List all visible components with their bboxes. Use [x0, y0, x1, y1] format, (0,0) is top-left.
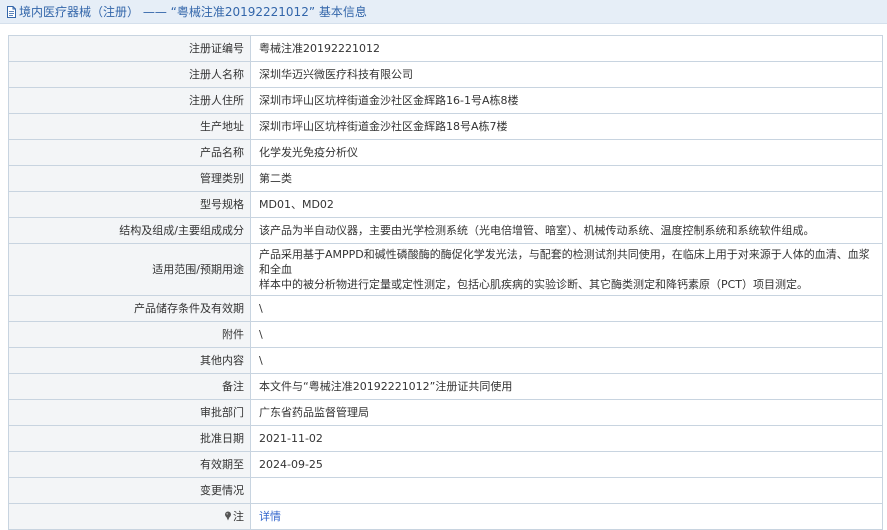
field-label: 备注 — [8, 373, 251, 400]
field-value: 本文件与“粤械注准20192221012”注册证共同使用 — [250, 373, 883, 400]
table-row: 管理类别 第二类 — [8, 165, 883, 192]
field-value: \ — [250, 295, 883, 322]
field-value: \ — [250, 321, 883, 348]
field-value: 深圳市坪山区坑梓街道金沙社区金辉路18号A栋7楼 — [250, 113, 883, 140]
field-value: 2024-09-25 — [250, 451, 883, 478]
field-value: 产品采用基于AMPPD和碱性磷酸酶的酶促化学发光法，与配套的检测试剂共同使用，在… — [250, 243, 883, 296]
page-header: 境内医疗器械（注册） —— “粤械注准20192221012” 基本信息 — [0, 0, 887, 24]
table-row: 适用范围/预期用途 产品采用基于AMPPD和碱性磷酸酶的酶促化学发光法，与配套的… — [8, 243, 883, 296]
field-label: 结构及组成/主要组成成分 — [8, 217, 251, 244]
document-icon — [6, 5, 17, 18]
pin-icon — [224, 510, 232, 525]
table-row: 产品名称 化学发光免疫分析仪 — [8, 139, 883, 166]
info-table: 注册证编号 粤械注准20192221012 注册人名称 深圳华迈兴微医疗科技有限… — [8, 35, 883, 530]
field-label: 变更情况 — [8, 477, 251, 504]
field-value: 广东省药品监督管理局 — [250, 399, 883, 426]
table-row: 变更情况 — [8, 477, 883, 504]
scope-line-2: 样本中的被分析物进行定量或定性测定，包括心肌疾病的实验诊断、其它酶类测定和降钙素… — [259, 278, 809, 291]
field-value — [250, 477, 883, 504]
table-row: 产品储存条件及有效期 \ — [8, 295, 883, 322]
scope-line-1: 产品采用基于AMPPD和碱性磷酸酶的酶促化学发光法，与配套的检测试剂共同使用，在… — [259, 248, 870, 276]
field-value: 详情 — [250, 503, 883, 530]
field-value: 深圳华迈兴微医疗科技有限公司 — [250, 61, 883, 88]
table-row: 型号规格 MD01、MD02 — [8, 191, 883, 218]
field-label: 型号规格 — [8, 191, 251, 218]
field-label: 适用范围/预期用途 — [8, 243, 251, 296]
field-label: 审批部门 — [8, 399, 251, 426]
field-label: 有效期至 — [8, 451, 251, 478]
field-value: 第二类 — [250, 165, 883, 192]
field-label: 注册人名称 — [8, 61, 251, 88]
table-row: 注 详情 — [8, 503, 883, 530]
note-label-cell: 注 — [8, 503, 251, 530]
table-row: 批准日期 2021-11-02 — [8, 425, 883, 452]
field-label: 注册证编号 — [8, 35, 251, 62]
field-label: 附件 — [8, 321, 251, 348]
field-label: 生产地址 — [8, 113, 251, 140]
page-title: 境内医疗器械（注册） —— “粤械注准20192221012” 基本信息 — [19, 5, 367, 19]
table-row: 备注 本文件与“粤械注准20192221012”注册证共同使用 — [8, 373, 883, 400]
field-value: 深圳市坪山区坑梓街道金沙社区金辉路16-1号A栋8楼 — [250, 87, 883, 114]
table-row: 审批部门 广东省药品监督管理局 — [8, 399, 883, 426]
field-label: 产品储存条件及有效期 — [8, 295, 251, 322]
table-row: 附件 \ — [8, 321, 883, 348]
field-value: 化学发光免疫分析仪 — [250, 139, 883, 166]
table-row: 注册证编号 粤械注准20192221012 — [8, 35, 883, 62]
field-value: MD01、MD02 — [250, 191, 883, 218]
table-row: 结构及组成/主要组成成分 该产品为半自动仪器，主要由光学检测系统（光电倍增管、暗… — [8, 217, 883, 244]
table-row: 生产地址 深圳市坪山区坑梓街道金沙社区金辉路18号A栋7楼 — [8, 113, 883, 140]
field-value: 粤械注准20192221012 — [250, 35, 883, 62]
table-row: 注册人住所 深圳市坪山区坑梓街道金沙社区金辉路16-1号A栋8楼 — [8, 87, 883, 114]
field-value: \ — [250, 347, 883, 374]
field-label: 产品名称 — [8, 139, 251, 166]
details-link[interactable]: 详情 — [259, 510, 281, 523]
field-value: 2021-11-02 — [250, 425, 883, 452]
field-label: 批准日期 — [8, 425, 251, 452]
table-row: 注册人名称 深圳华迈兴微医疗科技有限公司 — [8, 61, 883, 88]
table-row: 有效期至 2024-09-25 — [8, 451, 883, 478]
field-label: 其他内容 — [8, 347, 251, 374]
field-label: 注 — [233, 509, 244, 523]
table-row: 其他内容 \ — [8, 347, 883, 374]
field-label: 管理类别 — [8, 165, 251, 192]
field-label: 注册人住所 — [8, 87, 251, 114]
field-value: 该产品为半自动仪器，主要由光学检测系统（光电倍增管、暗室）、机械传动系统、温度控… — [250, 217, 883, 244]
